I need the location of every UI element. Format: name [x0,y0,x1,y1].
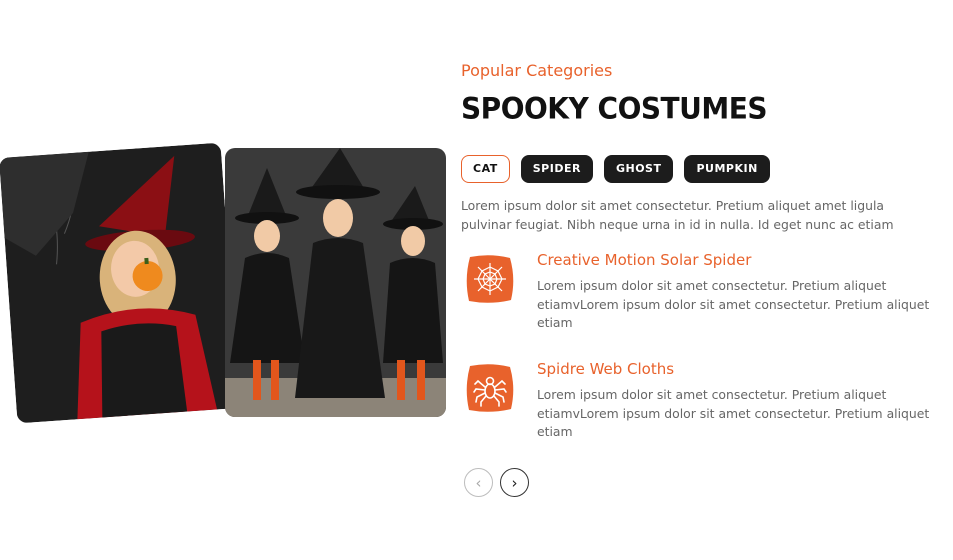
section-intro: Lorem ipsum dolor sit amet consectetur. … [461,198,894,232]
feature-item: Spidre Web Cloths Lorem ipsum dolor sit … [461,360,941,450]
chevron-right-icon: › [511,473,518,492]
chevron-left-icon: ‹ [475,473,482,492]
next-button[interactable]: › [500,468,529,497]
section-eyebrow: Popular Categories [461,61,613,80]
tag-pumpkin[interactable]: Pumpkin [684,155,770,183]
feature-text: Lorem ipsum dolor sit amet consectetur. … [537,278,930,330]
feature-title[interactable]: Creative Motion Solar Spider [537,251,751,269]
costume-photo-witch-pumpkin [0,142,240,424]
spider-icon [464,362,516,414]
costume-photo-three-witches [225,148,446,417]
feature-title[interactable]: Spidre Web Cloths [537,360,674,378]
slider-nav: ‹ › [464,468,529,497]
section-title: Spooky Costumes [461,91,768,126]
category-tags: Cat Spider Ghost Pumpkin [461,155,770,183]
tag-cat[interactable]: Cat [461,155,510,183]
spider-web-icon [464,253,516,305]
tag-ghost[interactable]: Ghost [603,155,674,183]
prev-button[interactable]: ‹ [464,468,493,497]
feature-item: Creative Motion Solar Spider Lorem ipsum… [461,251,941,341]
tag-spider[interactable]: Spider [520,155,593,183]
feature-text: Lorem ipsum dolor sit amet consectetur. … [537,387,930,439]
